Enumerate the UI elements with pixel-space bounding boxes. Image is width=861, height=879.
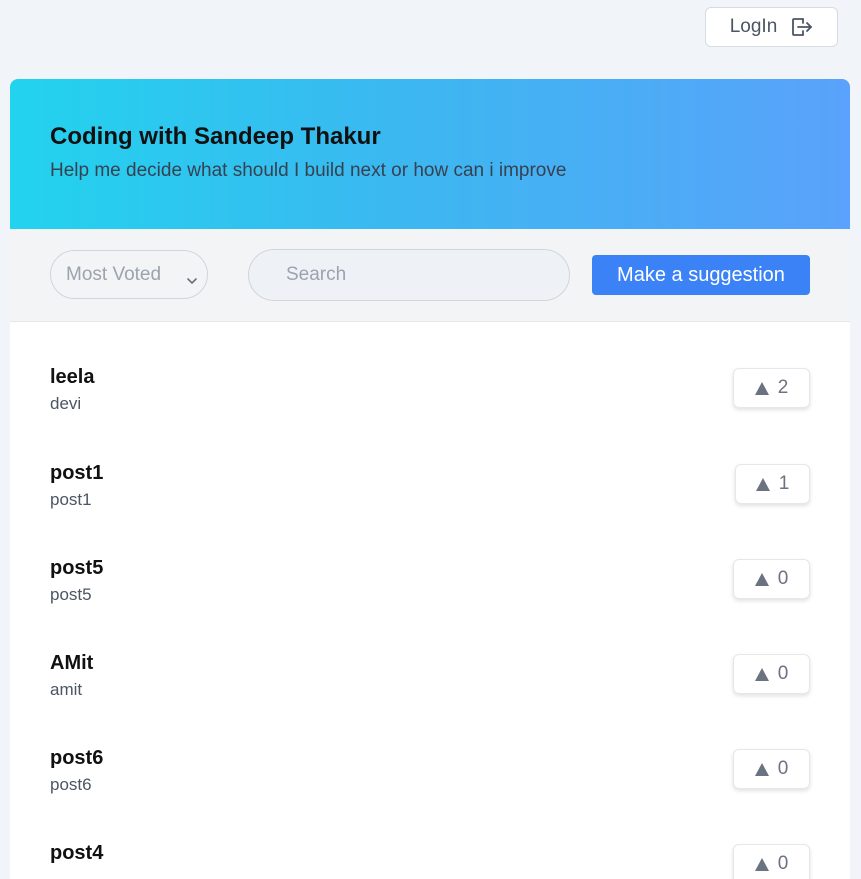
login-label: LogIn bbox=[729, 16, 778, 37]
top-bar: LogIn bbox=[0, 0, 861, 79]
login-button[interactable]: LogIn bbox=[705, 7, 838, 47]
search-box bbox=[248, 249, 570, 301]
upvote-arrow-icon bbox=[754, 667, 769, 681]
post-title: post6 bbox=[50, 747, 104, 769]
post-title: AMit bbox=[50, 652, 94, 674]
vote-count: 0 bbox=[777, 568, 789, 589]
feedback-board: Coding with Sandeep Thakur Help me decid… bbox=[10, 79, 850, 879]
make-suggestion-button[interactable]: Make a suggestion bbox=[592, 255, 810, 295]
vote-count: 0 bbox=[777, 758, 789, 779]
post-title: post4 bbox=[50, 842, 104, 864]
upvote-button[interactable]: 1 bbox=[735, 464, 810, 504]
board-subtitle: Help me decide what should I build next … bbox=[50, 160, 567, 181]
post-list: leela devi 2 post1 post1 1 post5 post5 0 bbox=[10, 322, 850, 879]
sort-selected-value: Most Voted bbox=[66, 263, 162, 285]
upvote-arrow-icon bbox=[755, 477, 770, 491]
vote-count: 0 bbox=[777, 663, 789, 684]
post-title: post5 bbox=[50, 557, 104, 579]
upvote-arrow-icon bbox=[754, 572, 769, 586]
upvote-arrow-icon bbox=[754, 381, 769, 395]
list-item: AMit amit 0 bbox=[10, 595, 850, 699]
upvote-button[interactable]: 0 bbox=[733, 559, 810, 599]
search-input[interactable] bbox=[284, 263, 548, 287]
upvote-button[interactable]: 0 bbox=[733, 844, 810, 879]
list-item: post4 0 bbox=[10, 785, 850, 879]
board-header: Coding with Sandeep Thakur Help me decid… bbox=[10, 79, 850, 229]
sort-select[interactable]: Most Voted bbox=[50, 250, 208, 299]
list-item: post6 post6 0 bbox=[10, 690, 850, 794]
upvote-button[interactable]: 2 bbox=[733, 368, 810, 408]
upvote-arrow-icon bbox=[754, 762, 769, 776]
list-item: post5 post5 0 bbox=[10, 500, 850, 604]
logout-arrow-icon bbox=[789, 15, 813, 39]
post-title: post1 bbox=[50, 462, 104, 484]
upvote-button[interactable]: 0 bbox=[733, 749, 810, 789]
list-item: post1 post1 1 bbox=[10, 405, 850, 509]
chevron-down-icon bbox=[186, 270, 198, 292]
upvote-arrow-icon bbox=[754, 857, 769, 871]
list-item: leela devi 2 bbox=[10, 322, 850, 413]
post-title: leela bbox=[50, 366, 95, 388]
vote-count: 0 bbox=[777, 853, 789, 874]
controls-bar: Most Voted Make a suggestion bbox=[10, 229, 850, 322]
board-title: Coding with Sandeep Thakur bbox=[50, 123, 381, 150]
vote-count: 2 bbox=[777, 377, 789, 398]
vote-count: 1 bbox=[778, 473, 790, 494]
upvote-button[interactable]: 0 bbox=[733, 654, 810, 694]
